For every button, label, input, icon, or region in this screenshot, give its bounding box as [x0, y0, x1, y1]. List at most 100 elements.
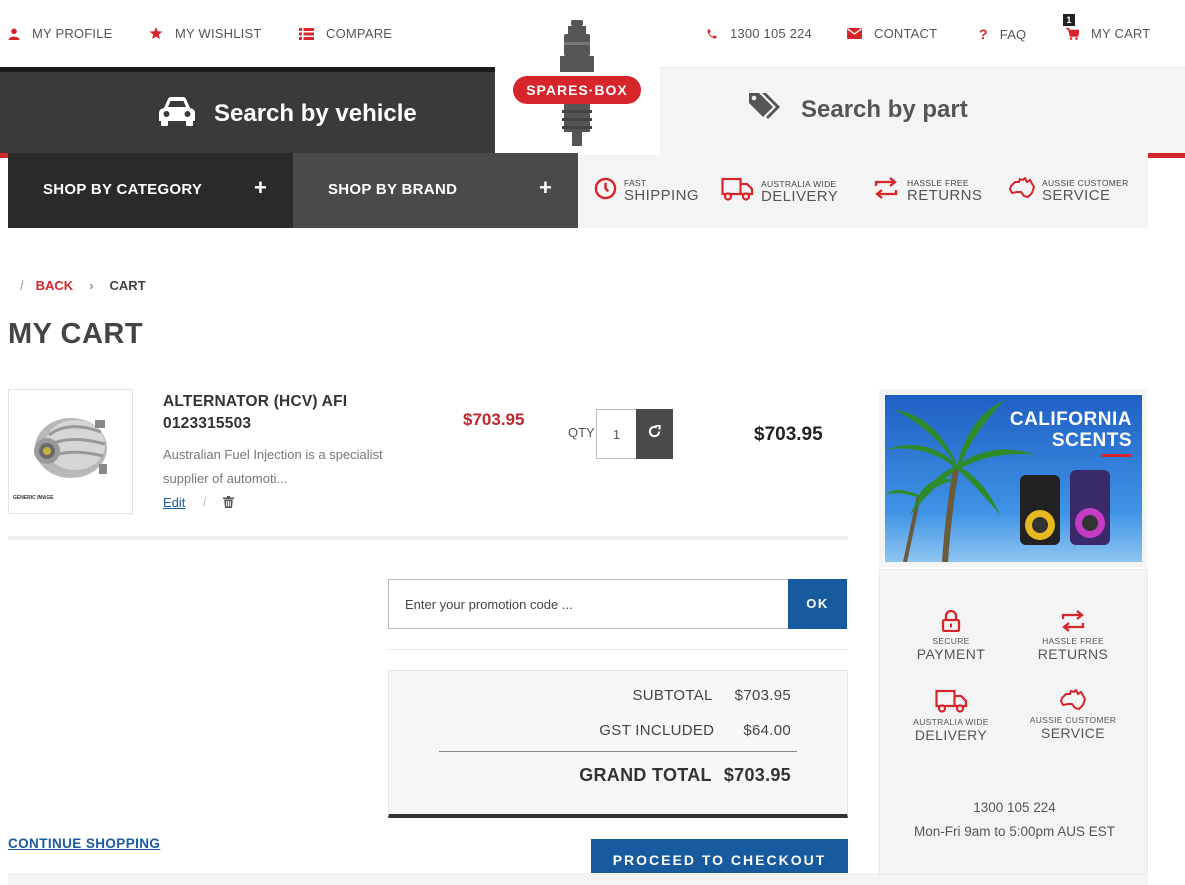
ad-title-line-1: CALIFORNIA: [1009, 409, 1132, 430]
features-strip: FAST SHIPPING AUSTRALIA WIDE DELIVERY HASS…: [578, 155, 1148, 228]
feature-big-text: DELIVERY: [761, 187, 839, 205]
benefits-box: SECURE PAYMENT HASSLE FREE RETURNS AUSTR…: [879, 569, 1148, 875]
breadcrumb-separator: /: [20, 278, 24, 293]
breadcrumb-current: CART: [109, 278, 146, 293]
gst-label: GST INCLUDED: [599, 722, 715, 739]
image-caption: GENERIC IMAGE: [13, 495, 54, 501]
accent-stripe-left: [0, 153, 8, 158]
tags-icon: [748, 91, 782, 126]
my-profile-link[interactable]: MY PROFILE: [8, 26, 113, 41]
truck-icon: [886, 689, 1016, 713]
my-profile-label: MY PROFILE: [32, 26, 113, 41]
search-by-vehicle-label: Search by vehicle: [214, 100, 417, 127]
benefit-secure-payment: SECURE PAYMENT: [886, 610, 1016, 662]
search-by-part-label: Search by part: [801, 96, 968, 123]
cart-icon: 1: [1063, 13, 1079, 40]
car-icon: [158, 96, 196, 131]
feature-small-text: AUSTRALIA WIDE: [761, 178, 837, 189]
feature-small-text: HASSLE FREE: [907, 177, 969, 188]
product-image[interactable]: GENERIC IMAGE: [8, 389, 133, 514]
australia-icon: [1008, 689, 1138, 711]
benefit-customer-service: AUSSIE CUSTOMER SERVICE: [1008, 689, 1138, 741]
refresh-icon: [648, 424, 661, 443]
feature-big-text: RETURNS: [907, 186, 983, 204]
promo-divider: [388, 649, 848, 650]
benefit-big-text: SERVICE: [1040, 725, 1105, 741]
my-wishlist-link[interactable]: MY WISHLIST: [149, 26, 261, 41]
shop-by-brand-label: SHOP BY BRAND: [328, 181, 458, 198]
user-icon: [8, 28, 20, 40]
cart-count-badge: 1: [1063, 13, 1075, 26]
compare-link[interactable]: COMPARE: [299, 26, 392, 41]
benefit-big-text: PAYMENT: [916, 646, 986, 662]
california-scents-ad[interactable]: CALIFORNIA SCENTS: [879, 389, 1147, 567]
subtotal-value: $703.95: [734, 687, 791, 704]
shop-by-category-button[interactable]: SHOP BY CATEGORY +: [8, 153, 293, 228]
gst-value: $64.00: [743, 722, 791, 739]
truck-icon: [721, 177, 754, 206]
feature-delivery: AUSTRALIA WIDE DELIVERY: [721, 177, 838, 206]
my-wishlist-label: MY WISHLIST: [175, 26, 262, 41]
sidebar-hours: Mon-Fri 9am to 5:00pm AUS EST: [913, 824, 1116, 839]
line-total: $703.95: [754, 424, 823, 445]
feature-big-text: SHIPPING: [624, 187, 699, 204]
faq-link[interactable]: ? FAQ: [979, 26, 1026, 42]
compare-label: COMPARE: [326, 26, 393, 41]
returns-icon: [1008, 610, 1138, 632]
quantity-label: QTY: [568, 425, 595, 440]
feature-returns: HASSLE FREE RETURNS: [872, 177, 982, 204]
benefit-small-text: SECURE: [932, 636, 970, 646]
australia-icon: [1008, 176, 1036, 204]
page-title: MY CART: [8, 318, 144, 350]
accent-stripe-right: [1148, 153, 1185, 158]
grand-total-value: $703.95: [723, 765, 791, 785]
product-name-link[interactable]: ALTERNATOR (HCV) AFI 0123315503: [163, 391, 393, 435]
benefit-returns: HASSLE FREE RETURNS: [1008, 610, 1138, 662]
unit-price: $703.95: [463, 410, 525, 429]
tab-search-by-vehicle[interactable]: Search by vehicle: [0, 67, 495, 154]
my-cart-link[interactable]: 1 MY CART: [1063, 13, 1150, 41]
quantity-input[interactable]: [596, 409, 637, 459]
feature-fast-shipping: FAST SHIPPING: [594, 177, 699, 205]
refresh-quantity-button[interactable]: [636, 409, 673, 459]
contact-link[interactable]: CONTACT: [847, 26, 937, 41]
feature-customer-service: AUSSIE CUSTOMER SERVICE: [1008, 176, 1129, 204]
promotion-code-input[interactable]: [388, 579, 788, 629]
phone-number: 1300 105 224: [730, 26, 812, 41]
phone-icon: [706, 28, 718, 40]
benefit-small-text: AUSSIE CUSTOMER: [1029, 715, 1117, 725]
feature-big-text: SERVICE: [1042, 186, 1111, 204]
continue-shopping-link[interactable]: CONTINUE SHOPPING: [8, 836, 160, 851]
clock-icon: [594, 177, 617, 205]
returns-icon: [872, 177, 900, 204]
list-icon: [299, 27, 314, 40]
breadcrumb: / BACK › CART: [20, 278, 146, 293]
feature-small-text: AUSSIE CUSTOMER: [1042, 177, 1129, 188]
lock-icon: [886, 610, 1016, 632]
plus-icon: +: [539, 175, 552, 200]
subtotal-label: SUBTOTAL: [632, 687, 713, 704]
grand-total-row: GRAND TOTAL $703.95: [579, 765, 791, 786]
breadcrumb-back-link[interactable]: BACK: [36, 278, 74, 293]
plus-icon: +: [254, 175, 267, 200]
logo-text: SPARES·BOX: [526, 82, 628, 98]
phone-link[interactable]: 1300 105 224: [706, 26, 812, 41]
edit-item-link[interactable]: Edit: [163, 495, 185, 510]
faq-label: FAQ: [999, 26, 1027, 42]
question-icon: ?: [979, 26, 988, 42]
apply-promo-button[interactable]: OK: [788, 579, 847, 629]
grand-total-label: GRAND TOTAL: [579, 765, 712, 785]
tab-search-by-part[interactable]: Search by part: [660, 68, 1185, 155]
sidebar-phone[interactable]: 1300 105 224: [880, 800, 1149, 815]
ad-title: CALIFORNIA SCENTS: [1010, 409, 1132, 451]
benefit-big-text: DELIVERY: [914, 727, 988, 743]
product-description: Australian Fuel Injection is a specialis…: [163, 447, 383, 486]
shop-by-brand-button[interactable]: SHOP BY BRAND +: [293, 153, 578, 228]
spares-box-logo[interactable]: SPARES·BOX: [512, 18, 642, 153]
trash-icon[interactable]: [223, 495, 234, 513]
benefit-delivery: AUSTRALIA WIDE DELIVERY: [886, 689, 1016, 743]
subtotal-row: SUBTOTAL $703.95: [632, 687, 791, 704]
ad-title-line-2: SCENTS: [1051, 430, 1132, 451]
item-divider: [8, 536, 848, 540]
star-icon: [149, 27, 163, 40]
